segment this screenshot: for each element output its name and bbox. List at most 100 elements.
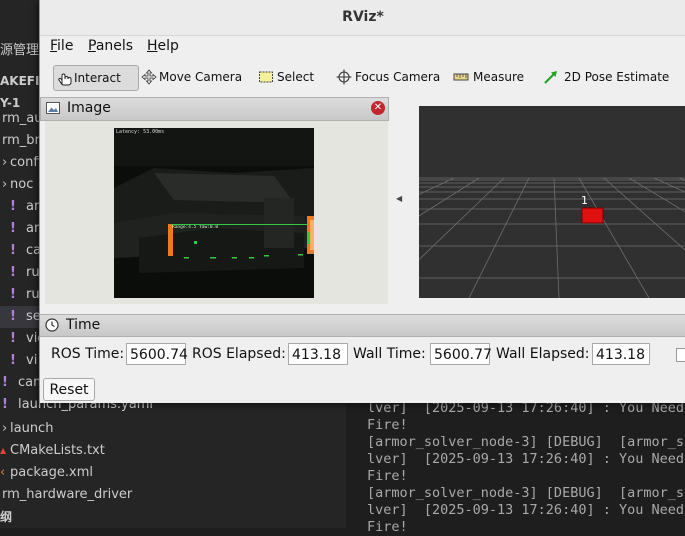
menu-help-label: elp	[157, 38, 179, 54]
explorer-tree-item[interactable]: ‹ package.xml	[0, 462, 150, 484]
focus-camera-label: Focus Camera	[355, 70, 441, 84]
explorer-tree-item[interactable]: ! se	[0, 306, 41, 328]
explorer-item-label: vi	[26, 353, 38, 368]
terminal-output[interactable]: lver] [2025-09-13 17:26:40] : You Need Fi…	[346, 400, 685, 535]
yaml-file-icon: !	[10, 353, 16, 368]
crosshair-icon	[336, 69, 352, 85]
terminal-line: lver] [2025-09-13 17:26:40] : You Need	[367, 451, 684, 467]
interact-tool-button[interactable]: Interact	[53, 65, 139, 91]
armor-marker	[581, 207, 604, 224]
wall-elapsed-label: Wall Elapsed:	[496, 346, 590, 362]
wall-elapsed-field[interactable]: 413.18	[592, 343, 650, 365]
explorer-item-label: ru	[26, 265, 40, 280]
menu-file[interactable]: File	[50, 38, 73, 54]
chevron-icon: ›	[2, 421, 8, 436]
green-arrow-icon	[544, 71, 557, 84]
ros-time-label: ROS Time:	[51, 346, 125, 362]
explorer-tree-item[interactable]: ! ru	[0, 262, 40, 284]
pose-estimate-label: 2D Pose Estimate	[564, 70, 670, 84]
terminal-line: Fire!	[367, 468, 408, 484]
ros-elapsed-field[interactable]: 413.18	[288, 343, 348, 365]
explorer-item-label: CMakeLists.txt	[10, 443, 105, 458]
explorer-tree-item[interactable]: rm_br	[0, 130, 40, 152]
terminal-line: lver] [2025-09-13 17:26:40] : You Need	[367, 502, 684, 518]
terminal-line: [armor_solver_node-3] [DEBUG] [armor_so	[367, 434, 685, 450]
wall-time-label: Wall Time:	[353, 346, 426, 362]
explorer-tree-item[interactable]: › confi	[0, 152, 42, 174]
yaml-file-icon: !	[10, 287, 16, 302]
interact-label: Interact	[74, 71, 121, 85]
measure-label: Measure	[473, 70, 524, 84]
yaml-file-icon: !	[10, 309, 16, 324]
ros-elapsed-label: ROS Elapsed:	[192, 346, 286, 362]
wall-time-field[interactable]: 5600.77	[430, 343, 492, 365]
menu-help[interactable]: Help	[147, 38, 179, 54]
menu-panels[interactable]: Panels	[88, 38, 133, 54]
explorer-tree-item[interactable]: rm_au	[0, 108, 43, 130]
rviz-window: RViz* File Panels Help Interact Move Cam…	[39, 0, 685, 403]
move-arrows-icon	[141, 69, 157, 85]
ros-time-field[interactable]: 5600.74	[126, 343, 188, 365]
chevron-icon: ›	[2, 177, 8, 192]
pose-estimate-tool-button[interactable]: 2D Pose Estimate	[543, 65, 670, 89]
focus-camera-tool-button[interactable]: Focus Camera	[336, 65, 440, 89]
splitter-handle[interactable]: ◀	[396, 194, 402, 203]
reset-button[interactable]: Reset	[43, 378, 95, 401]
yaml-file-icon: !	[10, 331, 16, 346]
explorer-item-label: launch	[10, 421, 54, 436]
chevron-icon: ›	[2, 155, 8, 170]
explorer-item-label: ar	[26, 199, 40, 214]
explorer-tree-item[interactable]: ! vi	[0, 350, 40, 372]
explorer-tree-item[interactable]: › launch	[0, 418, 150, 440]
time-panel-title: Time	[66, 317, 101, 333]
render-3d-view[interactable]: 1	[419, 106, 685, 298]
ruler-icon	[453, 73, 469, 81]
outline-section-fragment: 纲	[0, 510, 13, 524]
camera-latency-overlay: Latency: 53.00ms	[116, 129, 164, 135]
select-box-icon	[259, 71, 273, 83]
explorer-tree-item[interactable]: ! ca	[0, 240, 41, 262]
terminal-line: [armor_solver_node-3] [DEBUG] [armor_so	[367, 485, 685, 501]
explorer-item-label: noc	[10, 177, 34, 192]
yaml-file-icon: !	[2, 375, 8, 390]
window-title: RViz*	[40, 0, 685, 36]
image-panel-title: Image	[67, 100, 111, 116]
move-camera-label: Move Camera	[159, 70, 243, 84]
image-panel-header: Image ✕	[40, 97, 389, 121]
yaml-file-icon: !	[2, 397, 8, 412]
explorer-tree-item[interactable]: ! ar	[0, 196, 40, 218]
yaml-file-icon: !	[10, 199, 16, 214]
menu-bar: File Panels Help	[40, 36, 685, 58]
select-tool-button[interactable]: Select	[258, 65, 318, 89]
camera-image: Latency: 53.00ms Range:4.5 Yaw:0.0	[114, 128, 314, 298]
explorer-tree-item[interactable]: › noc	[0, 174, 40, 196]
clock-icon	[45, 318, 59, 332]
time-panel-header: Time	[40, 314, 685, 337]
menu-help-mnemonic: H	[147, 38, 158, 54]
yaml-file-icon: !	[10, 243, 16, 258]
explorer-tree-item[interactable]: ! cam	[0, 372, 46, 394]
hand-pointer-icon	[58, 73, 72, 86]
explorer-item-label: ru	[26, 287, 40, 302]
menu-panels-label: anels	[95, 38, 134, 54]
explorer-item-label: ar	[26, 221, 40, 236]
explorer-item-label: confi	[10, 155, 42, 170]
menu-panels-mnemonic: P	[88, 38, 96, 54]
explorer-tree-item[interactable]: ▲ CMakeLists.txt	[0, 440, 150, 462]
explorer-tree-item[interactable]: ! vic	[0, 328, 44, 350]
explorer-item-label: rm_au	[2, 111, 43, 126]
xml-file-icon: ‹	[0, 465, 6, 480]
measure-tool-button[interactable]: Measure	[453, 65, 524, 89]
tool-bar: Interact Move Camera Select Focus Camera	[40, 60, 685, 94]
select-label: Select	[277, 70, 315, 84]
explorer-tree-item[interactable]: rm_hardware_driver	[0, 484, 150, 506]
explorer-tree-item[interactable]: ! ru	[0, 284, 40, 306]
explorer-item-label: rm_br	[2, 133, 40, 148]
terminal-line: Fire!	[367, 417, 408, 433]
move-camera-tool-button[interactable]: Move Camera	[141, 65, 243, 89]
experimental-checkbox[interactable]	[676, 348, 685, 362]
yaml-file-icon: !	[10, 265, 16, 280]
explorer-tree-item[interactable]: ! ar	[0, 218, 40, 240]
cmake-file-icon: ▲	[0, 446, 7, 455]
close-icon[interactable]: ✕	[371, 101, 385, 115]
